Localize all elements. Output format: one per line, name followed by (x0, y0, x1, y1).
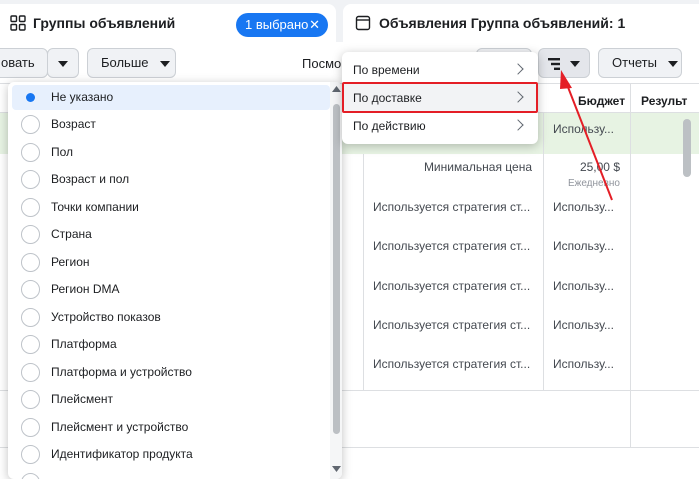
arrow-annotation-icon (560, 70, 613, 201)
